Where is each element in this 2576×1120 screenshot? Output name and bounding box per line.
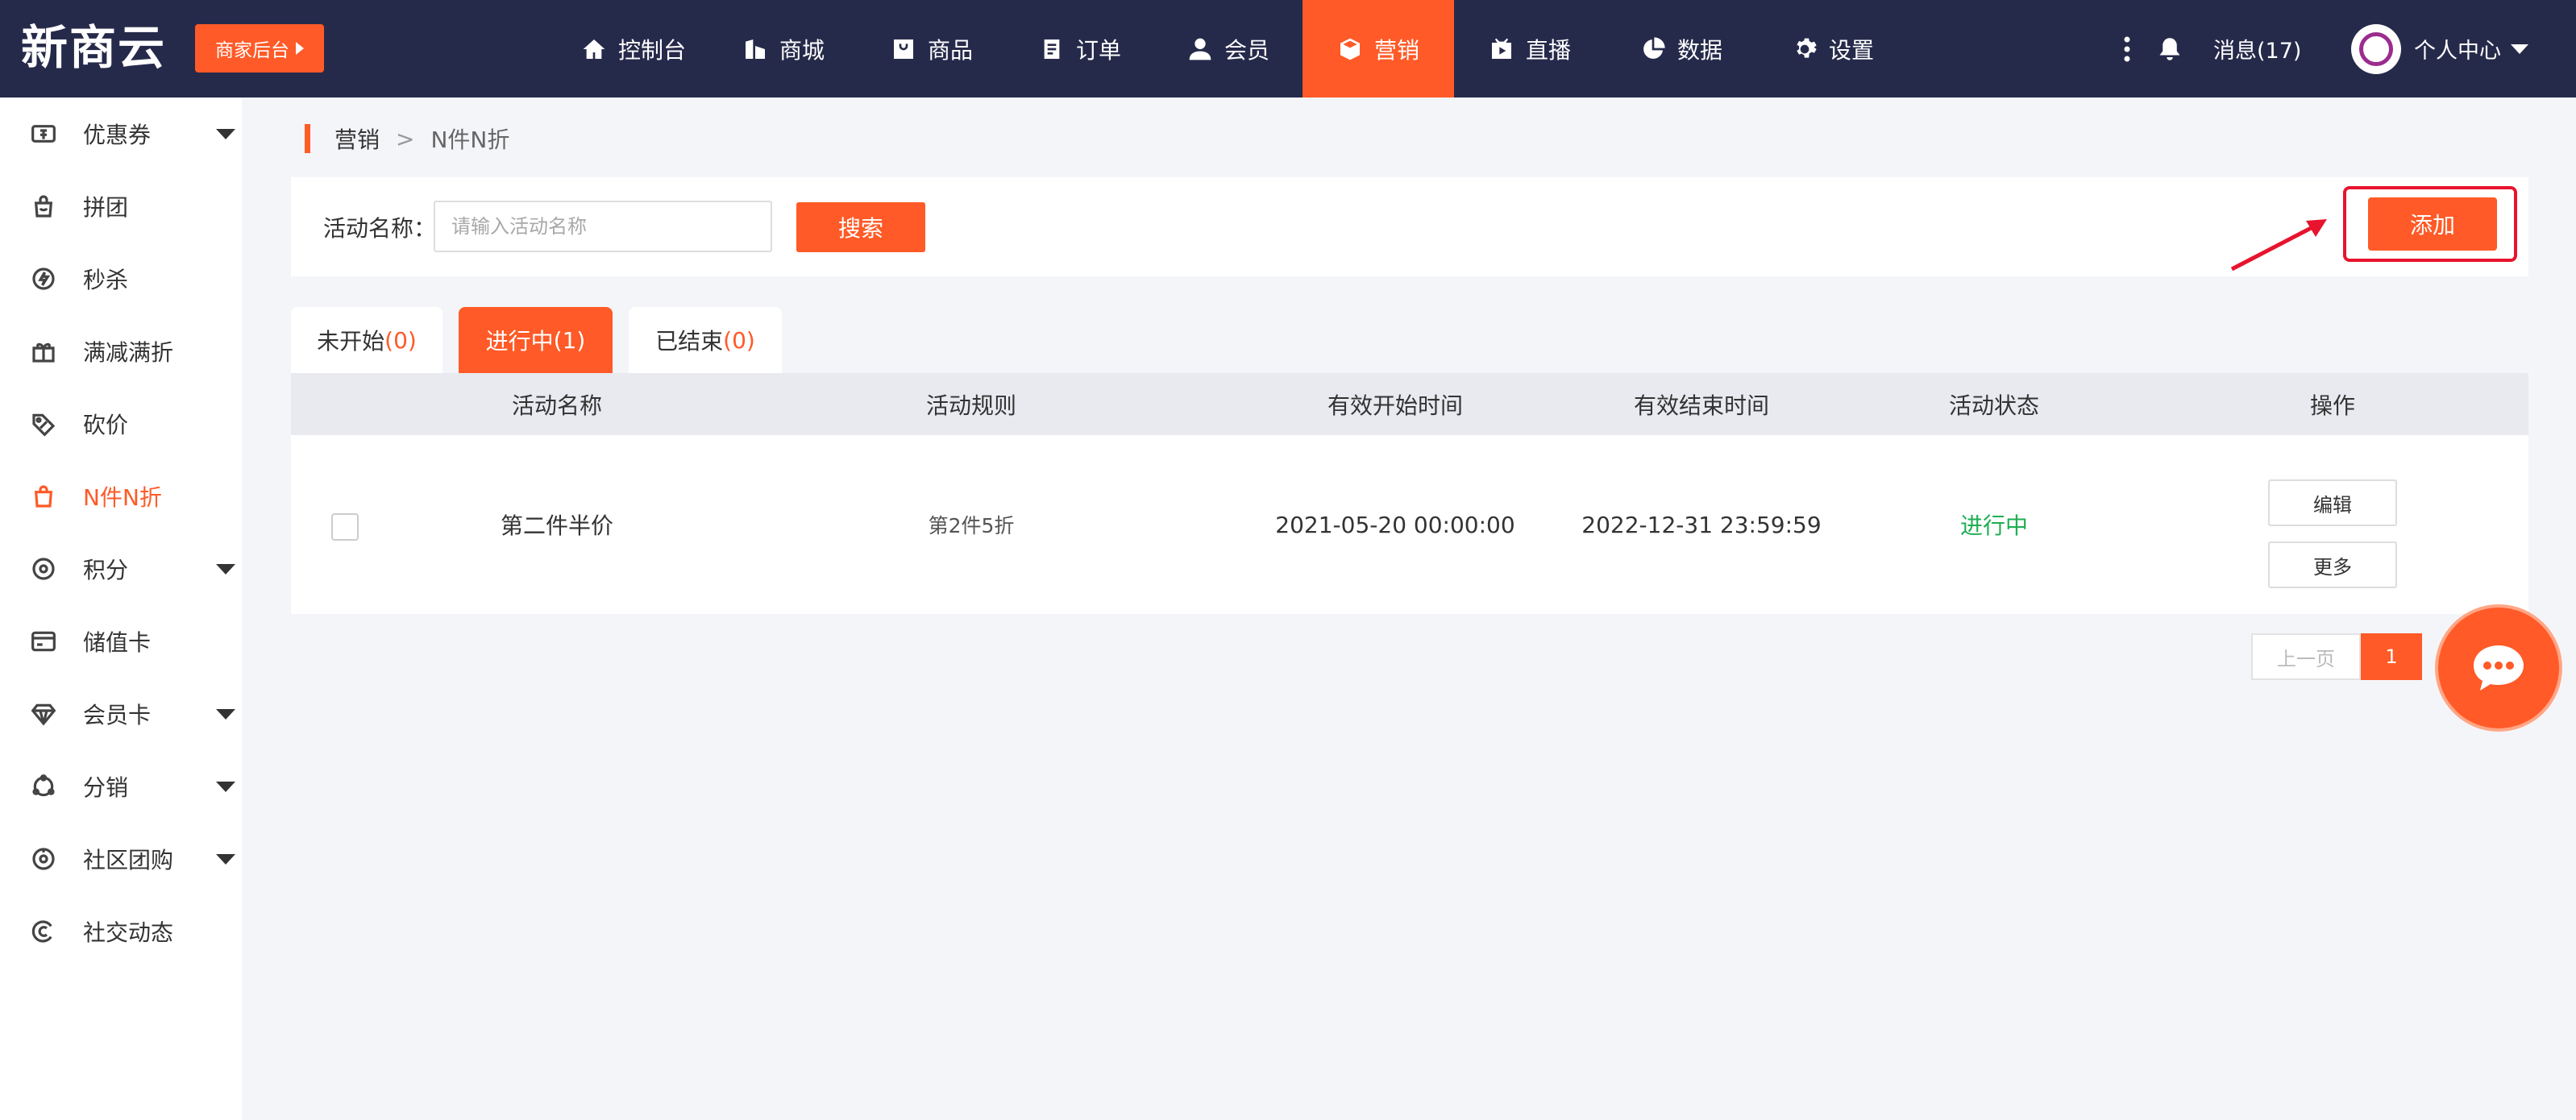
sidebar-item-coupons[interactable]: 优惠券 (0, 97, 242, 170)
sidebar-item-bargain[interactable]: 砍价 (0, 388, 242, 460)
brand-logo[interactable]: 新商云 (21, 21, 166, 74)
sidebar-item-member-card[interactable]: 会员卡 (0, 678, 242, 750)
breadcrumb: 营销 > N件N折 (305, 121, 509, 156)
caret-right-icon (296, 42, 304, 55)
cell-activity-name: 第二件半价 (500, 512, 613, 539)
group-bag-icon (31, 193, 56, 219)
annotation-arrow-icon (2230, 219, 2327, 272)
chevron-down-icon (2511, 44, 2528, 54)
social-icon (31, 919, 56, 944)
merchant-backend-button[interactable]: 商家后台 (195, 24, 324, 73)
prev-page-button[interactable]: 上一页 (2251, 633, 2361, 680)
chat-button[interactable] (2438, 608, 2559, 728)
expand-arrow-icon[interactable] (216, 708, 235, 720)
building-icon (745, 39, 765, 59)
more-menu-icon[interactable] (2115, 0, 2139, 97)
merchant-backend-label: 商家后台 (215, 40, 289, 61)
profile-menu[interactable]: 个人中心 (2414, 0, 2528, 97)
sidebar-item-group-buy[interactable]: 拼团 (0, 170, 242, 243)
cell-end-time: 2022-12-31 23:59:59 (1581, 511, 1822, 538)
live-icon (1491, 38, 1511, 59)
sidebar-item-n-items-discount[interactable]: N件N折 (0, 460, 242, 533)
sidebar-item-flash-sale[interactable]: 秒杀 (0, 243, 242, 315)
sidebar-item-social-feed[interactable]: 社交动态 (0, 895, 242, 968)
row-checkbox[interactable] (331, 513, 359, 541)
ticket-icon (31, 121, 56, 147)
search-panel: 活动名称： 搜索 (291, 177, 2528, 276)
cube-icon (1340, 38, 1360, 60)
nav-orders[interactable]: 订单 (1006, 0, 1154, 97)
col-end-time: 有效结束时间 (1633, 392, 1769, 419)
expand-arrow-icon[interactable] (216, 563, 235, 575)
bag-icon (893, 39, 913, 59)
share-icon (31, 774, 56, 799)
expand-arrow-icon[interactable] (216, 781, 235, 792)
sidebar-item-community-group-buy[interactable]: 社区团购 (0, 823, 242, 895)
nav-members[interactable]: 会员 (1154, 0, 1303, 97)
col-status: 活动状态 (1948, 392, 2039, 419)
activity-name-input[interactable] (434, 201, 772, 252)
main-nav: 控制台 商城 商品 订单 会员 营销 直播 数据 设置 (558, 0, 1909, 97)
col-activity-name: 活动名称 (511, 392, 602, 419)
sidebar-item-distribution[interactable]: 分销 (0, 750, 242, 823)
avatar[interactable] (2351, 24, 2401, 74)
tab-ended[interactable]: 已结束 (0) (629, 307, 782, 373)
status-badge: 进行中 (1959, 512, 2028, 539)
gear-icon (1797, 38, 1817, 58)
sidebar: 优惠券 拼团 秒杀 满减满折 砍价 N件N折 积分 储值卡 会员卡 分销 社区团… (0, 97, 242, 1120)
top-bar: 新商云 商家后台 控制台 商城 商品 订单 会员 营销 直播 数据 设置 消息(… (0, 0, 2576, 97)
nav-marketing[interactable]: 营销 (1303, 0, 1454, 97)
gift-icon (31, 338, 56, 364)
pie-chart-icon (1643, 36, 1665, 59)
nav-dashboard[interactable]: 控制台 (558, 0, 709, 97)
nav-live[interactable]: 直播 (1454, 0, 1606, 97)
add-button[interactable]: 添加 (2368, 197, 2497, 251)
tag-icon (31, 411, 56, 437)
table-header: 活动名称 活动规则 有效开始时间 有效结束时间 活动状态 操作 (291, 373, 2528, 435)
more-button[interactable]: 更多 (2268, 541, 2397, 588)
col-activity-rule: 活动规则 (925, 392, 1016, 419)
activity-name-label: 活动名称： (323, 215, 437, 242)
page-1-button[interactable]: 1 (2361, 633, 2422, 680)
diamond-icon (31, 701, 56, 727)
tab-in-progress[interactable]: 进行中 (1) (459, 307, 613, 373)
table-row: 第二件半价 第2件5折 2021-05-20 00:00:00 2022-12-… (291, 435, 2528, 614)
breadcrumb-separator: > (396, 125, 415, 152)
home-icon (583, 39, 605, 59)
profile-label: 个人中心 (2414, 39, 2501, 64)
edit-button[interactable]: 编辑 (2268, 479, 2397, 526)
nav-products[interactable]: 商品 (858, 0, 1006, 97)
points-icon (31, 556, 56, 582)
cell-activity-rule: 第2件5折 (928, 514, 1015, 537)
breadcrumb-current: N件N折 (430, 127, 510, 153)
tab-not-started[interactable]: 未开始 (0) (291, 307, 442, 373)
shopping-bag-icon (31, 483, 56, 509)
expand-arrow-icon[interactable] (216, 128, 235, 139)
breadcrumb-accent-bar (305, 124, 310, 153)
chat-bubble-icon (2474, 645, 2524, 691)
clipboard-icon (1044, 39, 1060, 59)
sidebar-item-points[interactable]: 积分 (0, 533, 242, 605)
nav-settings[interactable]: 设置 (1757, 0, 1909, 97)
nav-data[interactable]: 数据 (1606, 0, 1757, 97)
user-icon (1189, 38, 1211, 60)
community-icon (31, 846, 56, 872)
bell-icon[interactable] (2152, 0, 2188, 97)
nav-mall[interactable]: 商城 (709, 0, 858, 97)
sidebar-item-discount[interactable]: 满减满折 (0, 315, 242, 388)
expand-arrow-icon[interactable] (216, 853, 235, 865)
sidebar-item-stored-value-card[interactable]: 储值卡 (0, 605, 242, 678)
col-actions: 操作 (2309, 392, 2355, 419)
search-button[interactable]: 搜索 (796, 202, 925, 252)
breadcrumb-root[interactable]: 营销 (334, 122, 380, 155)
avatar-logo-icon (2359, 32, 2393, 66)
card-icon (31, 628, 56, 654)
flash-icon (31, 266, 56, 292)
cell-start-time: 2021-05-20 00:00:00 (1275, 511, 1515, 538)
messages-link[interactable]: 消息(17) (2213, 0, 2301, 97)
col-start-time: 有效开始时间 (1327, 392, 1463, 419)
